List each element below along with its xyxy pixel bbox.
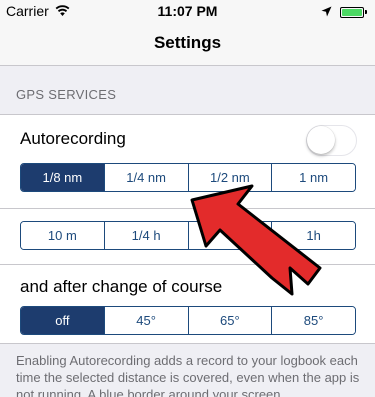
location-arrow-icon [321,4,332,20]
autorecording-label: Autorecording [20,129,126,148]
autorecording-toggle[interactable] [306,125,357,156]
time-option-1-4-h[interactable]: 1/4 h [103,222,188,249]
page-title: Settings [153,33,222,52]
distance-option-1-4-nm[interactable]: 1/4 nm [103,164,188,191]
course-option-85[interactable]: 85° [271,307,355,334]
battery-icon [340,6,367,18]
status-time: 11:07 PM [157,3,218,19]
section-header-gps-services: GPS SERVICES [16,87,117,102]
course-option-off[interactable]: off [21,307,104,334]
course-segmented-control: off 45° 65° 85° [20,306,356,335]
status-right [321,4,367,20]
footer-description: Enabling Autorecording adds a record to … [16,353,360,397]
distance-option-1-8-nm[interactable]: 1/8 nm [21,164,104,191]
navigation-bar: Settings [0,22,375,66]
course-option-45[interactable]: 45° [103,307,188,334]
status-bar: Carrier 11:07 PM [0,0,375,22]
toggle-knob [307,126,335,154]
red-arrow-annotation [190,184,322,296]
course-option-65[interactable]: 65° [187,307,272,334]
time-option-10-m[interactable]: 10 m [21,222,104,249]
